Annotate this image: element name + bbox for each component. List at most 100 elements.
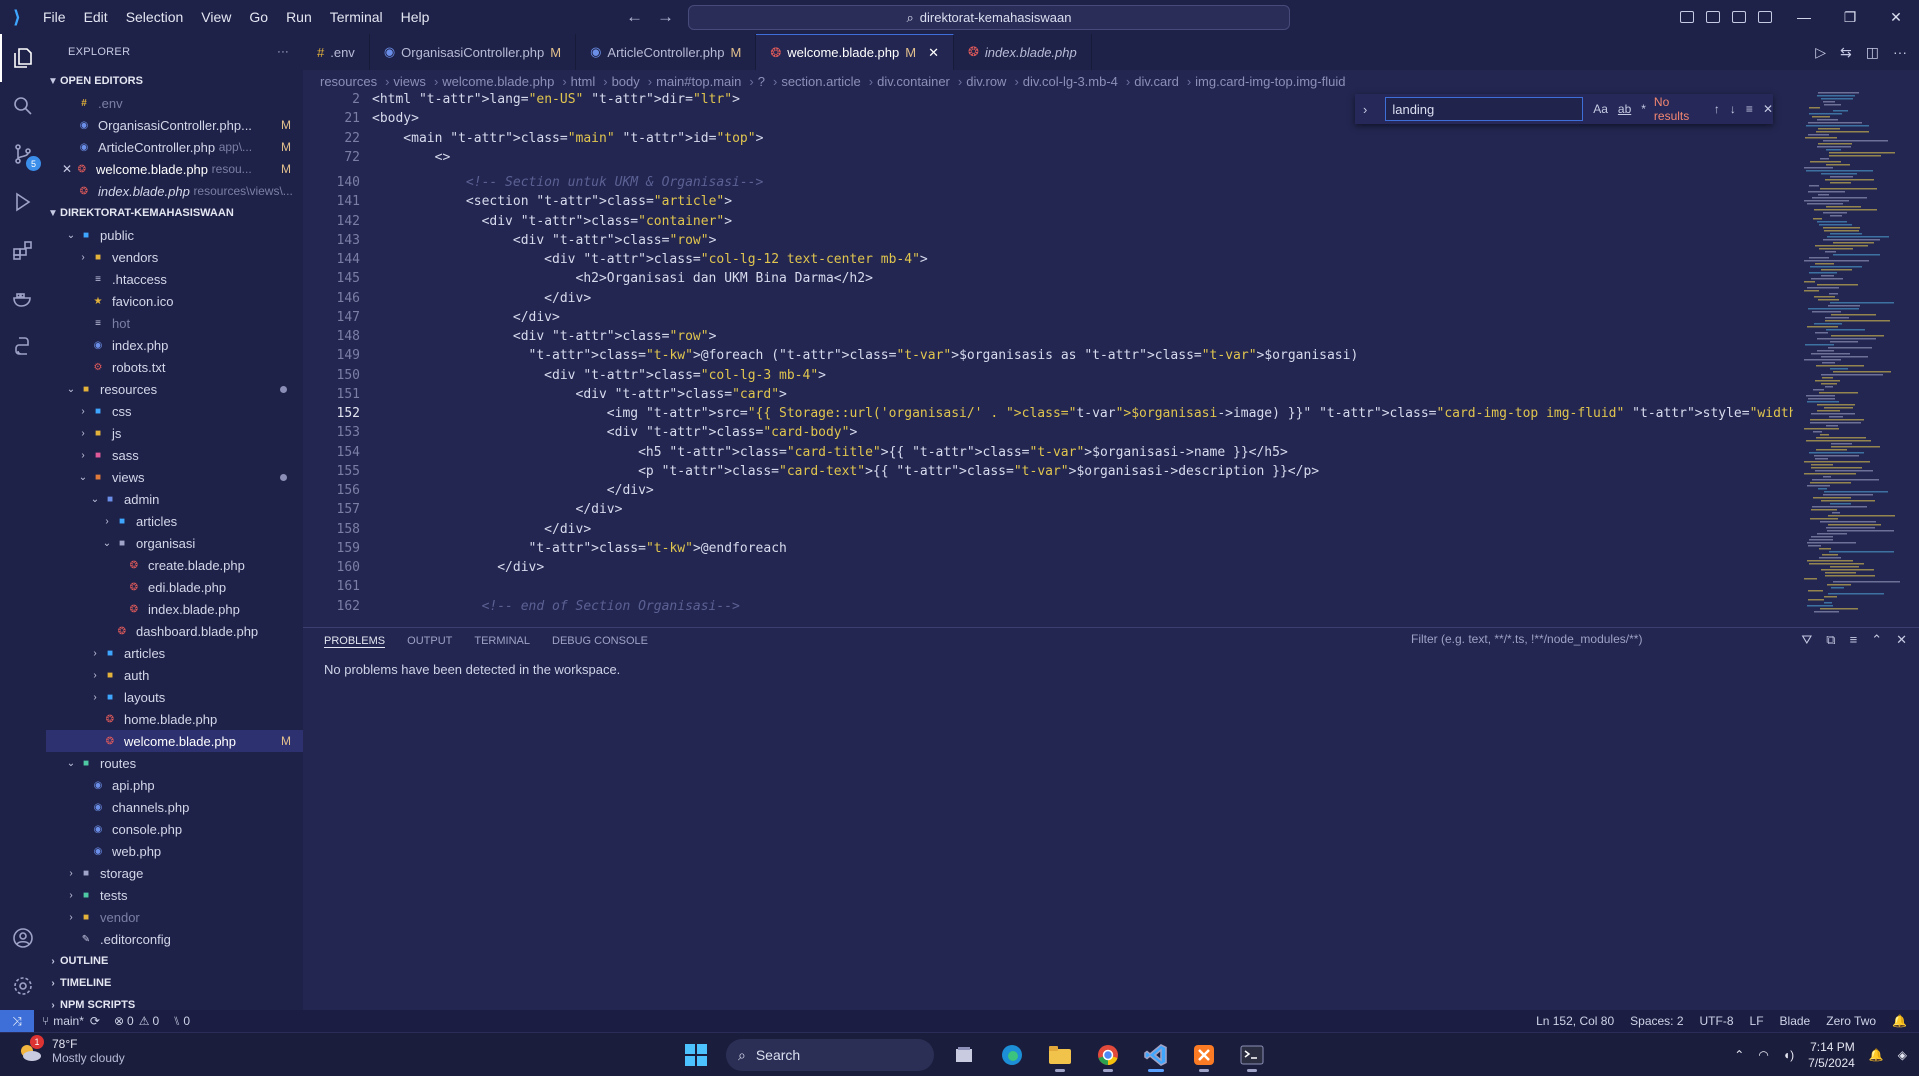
tree-file[interactable]: ❂ edi.blade.php	[46, 576, 303, 598]
split-editor-icon[interactable]: ◫	[1866, 44, 1879, 61]
tree-file[interactable]: ✎ .editorconfig	[46, 928, 303, 950]
open-editors-section[interactable]: ▼ OPEN EDITORS	[46, 70, 303, 92]
code-line[interactable]: <p "t-attr">class="card-text">{{ "t-attr…	[372, 464, 1319, 479]
clock[interactable]: 7:14 PM 7/5/2024	[1808, 1039, 1855, 1071]
branch-name[interactable]: main*	[53, 1014, 84, 1028]
run-icon[interactable]: ▷	[1815, 44, 1826, 61]
toggle-sidebar-icon[interactable]	[1680, 11, 1694, 23]
collapse-all-icon[interactable]: ⧉	[1826, 632, 1835, 648]
tab-problems[interactable]: PROBLEMS	[324, 635, 386, 648]
tree-file[interactable]: ⚙ robots.txt	[46, 356, 303, 378]
menu-selection[interactable]: Selection	[117, 0, 193, 34]
find-in-selection-icon[interactable]: ≡	[1746, 102, 1753, 116]
open-editor-item[interactable]: ◉ ArticleController.php app\... M	[46, 136, 303, 158]
tree-folder[interactable]: ⌄ ■ views	[46, 466, 303, 488]
tree-folder[interactable]: › ■ articles	[46, 642, 303, 664]
notification-icon[interactable]: 🔔	[1869, 1048, 1884, 1062]
menu-help[interactable]: Help	[392, 0, 439, 34]
docker-icon[interactable]	[0, 274, 46, 322]
show-hidden-icons-icon[interactable]: ⌃	[1734, 1048, 1744, 1062]
sticky-scroll-line[interactable]: <>	[372, 150, 451, 165]
breadcrumb-item[interactable]: main#top.main	[656, 74, 741, 89]
match-case-icon[interactable]: Aa	[1593, 102, 1608, 116]
customize-layout-icon[interactable]	[1758, 11, 1772, 23]
forward-arrow-icon[interactable]: →	[657, 7, 674, 27]
tab-terminal[interactable]: TERMINAL	[474, 635, 530, 647]
breadcrumb-item[interactable]: img.card-img-top.img-fluid	[1195, 74, 1345, 89]
source-control-icon[interactable]: 5	[0, 130, 46, 178]
tree-folder[interactable]: › ■ vendors	[46, 246, 303, 268]
back-arrow-icon[interactable]: ←	[626, 7, 643, 27]
menu-terminal[interactable]: Terminal	[321, 0, 392, 34]
tab-env[interactable]: # .env	[303, 34, 370, 70]
tree-folder[interactable]: ⌄ ■ public	[46, 224, 303, 246]
regex-icon[interactable]: *	[1641, 102, 1646, 116]
close-tab-icon[interactable]: ✕	[928, 45, 939, 61]
tree-folder[interactable]: › ■ sass	[46, 444, 303, 466]
code-line[interactable]: <img "t-attr">src="{{ Storage::url('orga…	[372, 406, 1793, 421]
code-line[interactable]: <div "t-attr">class="row">	[372, 329, 717, 344]
code-line[interactable]: "t-attr">class="t-kw">@endforeach	[372, 541, 787, 556]
tab-debug-console[interactable]: DEBUG CONSOLE	[552, 635, 648, 647]
breadcrumb-item[interactable]: section.article	[781, 74, 860, 89]
menu-view[interactable]: View	[192, 0, 240, 34]
ports-count[interactable]: 0	[183, 1014, 190, 1028]
tree-folder[interactable]: › ■ storage	[46, 862, 303, 884]
problems-filter-input[interactable]: Filter (e.g. text, **/*.ts, !**/node_mod…	[1411, 632, 1642, 646]
tree-folder[interactable]: › ■ layouts	[46, 686, 303, 708]
breadcrumb-item[interactable]: html	[571, 74, 596, 89]
find-input[interactable]: landing	[1385, 97, 1584, 121]
tree-file[interactable]: ❂ welcome.blade.php M	[46, 730, 303, 752]
more-actions-icon[interactable]: ···	[1893, 44, 1907, 60]
sidebar-section-outline[interactable]: › OUTLINE	[46, 950, 303, 972]
code-line[interactable]: <h2>Organisasi dan UKM Bina Darma</h2>	[372, 271, 872, 286]
breadcrumb-item[interactable]: div.card	[1134, 74, 1179, 89]
command-center[interactable]: ⌕ direktorat-kemahasiswaan	[688, 5, 1290, 30]
code-line[interactable]: </div>	[372, 483, 654, 498]
menu-edit[interactable]: Edit	[75, 0, 117, 34]
end-of-line[interactable]: LF	[1750, 1014, 1764, 1028]
open-editor-item[interactable]: ❂ index.blade.php resources\views\...	[46, 180, 303, 202]
maximize-panel-icon[interactable]: ⌃	[1871, 632, 1882, 648]
compare-changes-icon[interactable]: ⇆	[1840, 44, 1852, 61]
code-line[interactable]: </div>	[372, 502, 622, 517]
breadcrumb-item[interactable]: div.container	[877, 74, 950, 89]
code-line[interactable]: </div>	[372, 560, 544, 575]
code-line[interactable]: </div>	[372, 310, 560, 325]
sticky-scroll-line[interactable]: <main "t-attr">class="main" "t-attr">id=…	[372, 131, 763, 146]
tree-file[interactable]: ◉ channels.php	[46, 796, 303, 818]
breadcrumb-item[interactable]: welcome.blade.php	[442, 74, 554, 89]
run-debug-icon[interactable]	[0, 178, 46, 226]
code-line[interactable]: <!-- Section untuk UKM & Organisasi-->	[372, 175, 763, 190]
code-line[interactable]: <section "t-attr">class="article">	[372, 194, 732, 209]
filter-icon[interactable]: ⛛	[1801, 632, 1812, 648]
breadcrumb-item[interactable]: div.row	[966, 74, 1006, 89]
code-line[interactable]: <div "t-attr">class="container">	[372, 214, 733, 229]
copilot-icon[interactable]: ◈	[1898, 1048, 1907, 1062]
taskbar-search[interactable]: ⌕ Search	[726, 1039, 934, 1071]
match-word-icon[interactable]: ab	[1618, 102, 1631, 116]
sticky-scroll-line[interactable]: <html "t-attr">lang="en-US" "t-attr">dir…	[372, 92, 740, 107]
language-mode[interactable]: Blade	[1780, 1014, 1811, 1028]
code-line[interactable]: </div>	[372, 522, 591, 537]
tab-article-controller[interactable]: ◉ ArticleController.php M	[576, 34, 757, 70]
minimize-icon[interactable]: —	[1781, 0, 1827, 34]
breadcrumb-item[interactable]: body	[612, 74, 640, 89]
tree-file[interactable]: ◉ api.php	[46, 774, 303, 796]
volume-icon[interactable]: ◖)	[1783, 1048, 1794, 1062]
restore-icon[interactable]: ❐	[1827, 0, 1873, 34]
error-count[interactable]: 0	[127, 1014, 134, 1028]
tree-folder[interactable]: › ■ js	[46, 422, 303, 444]
vscode-taskbar-icon[interactable]	[1138, 1037, 1174, 1073]
open-editor-item[interactable]: # .env	[46, 92, 303, 114]
chrome-icon[interactable]	[1090, 1037, 1126, 1073]
explorer-folder-icon[interactable]	[1042, 1037, 1078, 1073]
sidebar-section-timeline[interactable]: › TIMELINE	[46, 972, 303, 994]
tree-folder[interactable]: ⌄ ■ routes	[46, 752, 303, 774]
tree-folder[interactable]: ⌄ ■ admin	[46, 488, 303, 510]
weather-widget[interactable]: 1 78°F Mostly cloudy	[16, 1035, 125, 1065]
tree-file[interactable]: ❂ create.blade.php	[46, 554, 303, 576]
tab-welcome-blade[interactable]: ❂ welcome.blade.php M ✕	[756, 34, 955, 70]
tree-file[interactable]: ≡ hot	[46, 312, 303, 334]
code-line[interactable]: <div "t-attr">class="card-body">	[372, 425, 857, 440]
